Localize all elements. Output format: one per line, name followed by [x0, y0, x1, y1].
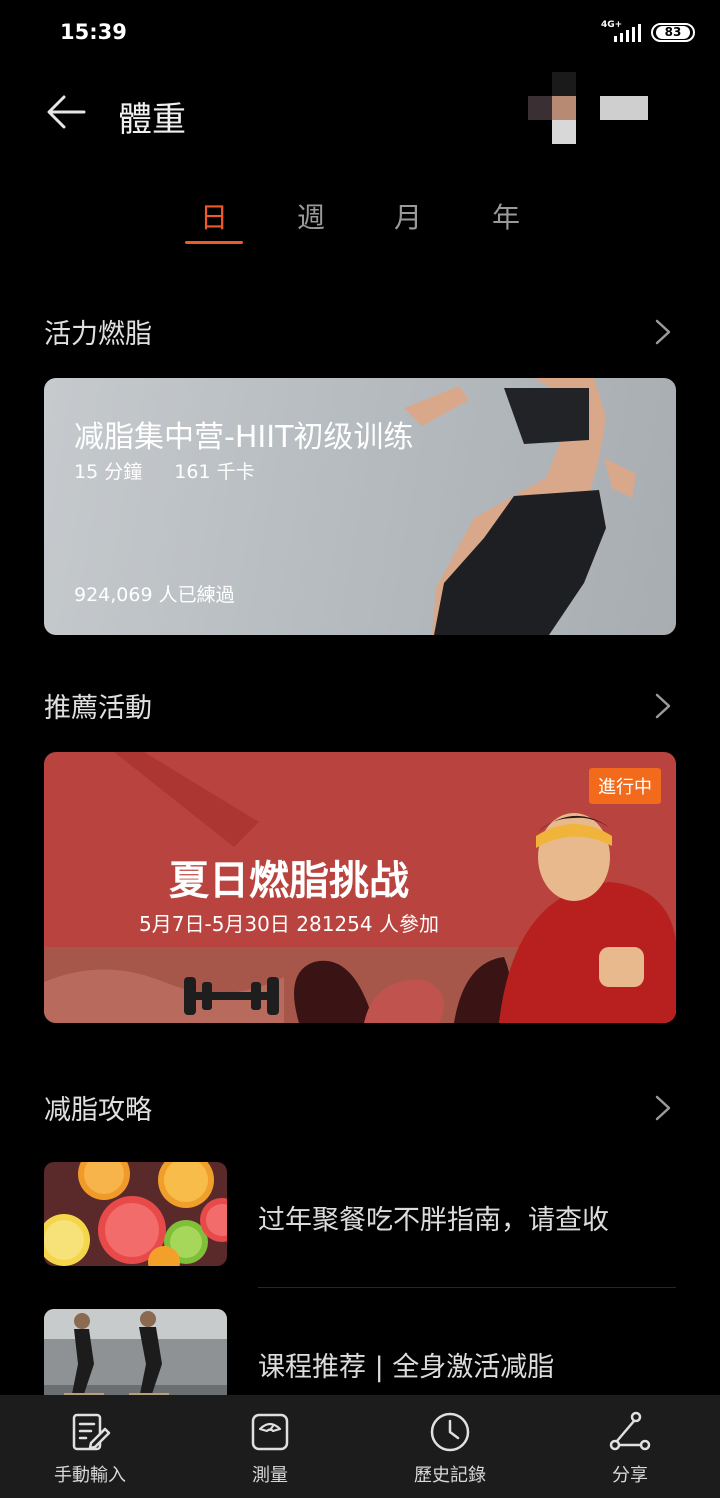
- workout-calories: 161 千卡: [174, 461, 255, 483]
- nav-manual-input[interactable]: 手動輸入: [0, 1395, 180, 1498]
- status-bar: 15:39 4G+ 83: [0, 0, 720, 64]
- bottom-nav: 手動輸入 測量 歷史記錄 分享: [0, 1395, 720, 1498]
- event-card[interactable]: 進行中 夏日燃脂挑战 5月7日-5月30日 281254 人參加: [44, 752, 676, 1023]
- section-workout[interactable]: 活力燃脂: [44, 308, 676, 352]
- chevron-right-icon[interactable]: [654, 692, 672, 720]
- nav-label: 分享: [612, 1465, 648, 1486]
- tab-week[interactable]: 週: [281, 196, 341, 236]
- section-title: 活力燃脂: [44, 319, 152, 350]
- citrus-fruit-image: [44, 1162, 227, 1266]
- article-item[interactable]: 过年聚餐吃不胖指南，请查收: [44, 1162, 676, 1266]
- scale-icon: [251, 1413, 289, 1451]
- event-title: 夏日燃脂挑战: [169, 858, 409, 904]
- section-guides[interactable]: 减脂攻略: [44, 1084, 676, 1128]
- workout-participants: 924,069 人已練過: [74, 584, 235, 606]
- nav-measure[interactable]: 測量: [180, 1395, 360, 1498]
- header: 體重: [0, 64, 720, 164]
- status-time: 15:39: [60, 20, 127, 44]
- battery-level: 83: [656, 26, 690, 39]
- nav-share[interactable]: 分享: [540, 1395, 720, 1498]
- status-badge: 進行中: [589, 768, 661, 804]
- tab-month[interactable]: 月: [378, 196, 438, 236]
- clock-icon: [430, 1412, 470, 1452]
- gym-workout-image: [44, 1309, 227, 1395]
- period-tabs: 日 週 月 年: [0, 190, 720, 250]
- athlete-image: [404, 378, 636, 635]
- nav-label: 測量: [252, 1465, 288, 1486]
- article-title: 过年聚餐吃不胖指南，请查收: [258, 1205, 609, 1236]
- article-item[interactable]: 课程推荐 | 全身激活减脂: [44, 1309, 676, 1395]
- blurred-device-icon[interactable]: [528, 72, 648, 144]
- page-title: 體重: [118, 100, 186, 140]
- event-subtitle: 5月7日-5月30日 281254 人參加: [139, 912, 439, 936]
- article-title: 课程推荐 | 全身激活减脂: [258, 1352, 555, 1383]
- workout-meta: 15 分鐘 161 千卡: [74, 457, 281, 484]
- signal-icon: [614, 24, 641, 42]
- divider: [258, 1287, 676, 1288]
- active-tab-indicator: [185, 241, 243, 244]
- tab-year[interactable]: 年: [476, 196, 536, 236]
- hiit-workout-card[interactable]: 减脂集中营-HIIT初级训练 15 分鐘 161 千卡 924,069 人已練過: [44, 378, 676, 635]
- workout-duration: 15 分鐘: [74, 461, 143, 483]
- workout-title: 减脂集中营-HIIT初级训练: [74, 420, 414, 455]
- section-title: 减脂攻略: [44, 1095, 152, 1126]
- share-icon: [609, 1411, 651, 1451]
- back-arrow-icon[interactable]: [44, 90, 88, 134]
- tab-day[interactable]: 日: [184, 196, 244, 236]
- nav-history[interactable]: 歷史記錄: [360, 1395, 540, 1498]
- nav-label: 手動輸入: [54, 1465, 126, 1486]
- nav-label: 歷史記錄: [414, 1465, 486, 1486]
- section-title: 推薦活動: [44, 693, 152, 724]
- chevron-right-icon[interactable]: [654, 1094, 672, 1122]
- section-events[interactable]: 推薦活動: [44, 682, 676, 726]
- battery-icon: 83: [651, 23, 695, 42]
- edit-note-icon: [72, 1413, 111, 1451]
- chevron-right-icon[interactable]: [654, 318, 672, 346]
